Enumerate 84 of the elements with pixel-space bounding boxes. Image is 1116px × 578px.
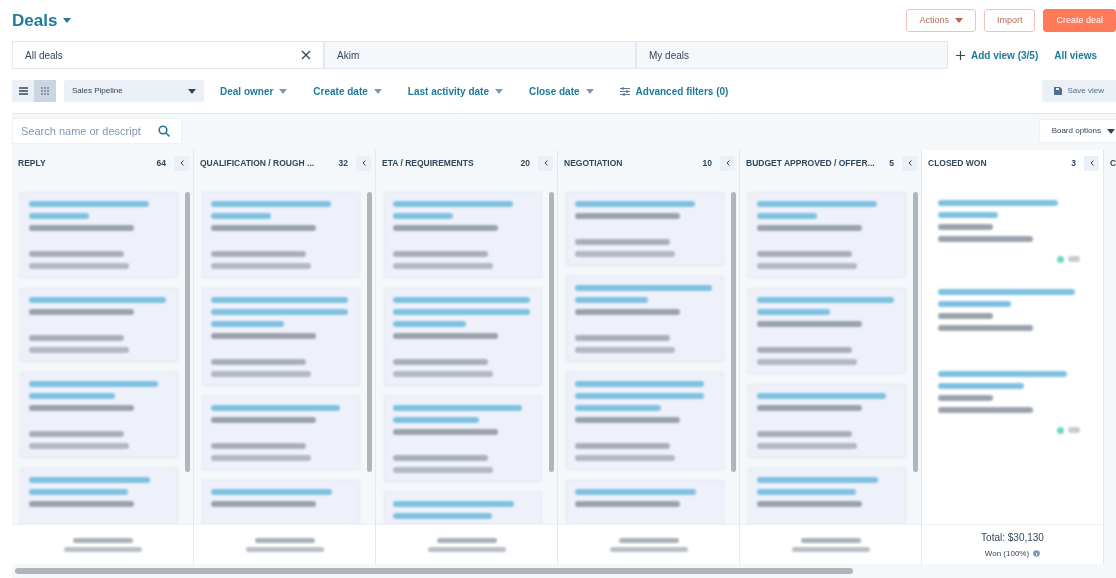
pipeline-dropdown[interactable]: Sales Pipeline xyxy=(64,80,204,102)
blurred-deal-card[interactable] xyxy=(20,372,178,458)
column-title: NEGOTIATION xyxy=(564,156,624,170)
column-title: BUDGET APPROVED / OFFER... xyxy=(746,156,876,170)
scrollbar[interactable] xyxy=(367,192,372,472)
filter-dropdown[interactable]: Last activity date xyxy=(407,83,503,99)
column-title: ETA / REQUIREMENTS xyxy=(382,156,475,170)
collapse-button[interactable] xyxy=(902,155,917,171)
scrollbar[interactable] xyxy=(185,192,190,472)
import-button[interactable]: Import xyxy=(983,9,1036,32)
column-count: 5 xyxy=(889,156,894,170)
blurred-deal-card[interactable] xyxy=(202,288,360,386)
create-button[interactable]: Create deal xyxy=(1043,9,1116,32)
collapse-button[interactable] xyxy=(538,155,553,171)
caret-icon xyxy=(1107,128,1115,134)
list-view-button[interactable] xyxy=(12,80,34,102)
caret-icon xyxy=(954,18,963,23)
column-title: QUALIFICATION / ROUGH ... xyxy=(200,156,316,170)
plus-icon xyxy=(956,50,965,60)
column-count: 20 xyxy=(520,156,530,170)
search-field[interactable]: Search name or descript xyxy=(12,118,182,144)
filter-dropdown[interactable]: Deal owner xyxy=(220,83,288,99)
caret-icon xyxy=(495,88,503,94)
board-view-button[interactable] xyxy=(34,80,56,102)
blurred-deal-card[interactable] xyxy=(20,288,178,362)
grid-icon xyxy=(41,87,49,95)
blurred-deal-card[interactable] xyxy=(384,192,542,278)
close-icon[interactable] xyxy=(301,50,311,60)
blurred-deal-card[interactable] xyxy=(202,192,360,278)
column-count: 32 xyxy=(338,156,348,170)
blurred-deal-card[interactable] xyxy=(566,276,724,362)
page-title[interactable]: Deals xyxy=(12,7,72,34)
view-tab[interactable]: My deals xyxy=(636,41,948,69)
filter-dropdown[interactable]: Close date xyxy=(529,83,594,99)
add-view-link[interactable]: Add view (3/5) xyxy=(956,47,1039,63)
all-views-link[interactable]: All views xyxy=(1054,47,1098,63)
collapse-button[interactable] xyxy=(356,155,371,171)
view-tab[interactable]: Akim xyxy=(324,41,636,69)
chevron-left-icon xyxy=(1089,160,1094,166)
blurred-deal-card[interactable] xyxy=(566,372,724,470)
column-title: C xyxy=(1110,156,1116,170)
column-count: 64 xyxy=(156,156,166,170)
scrollbar[interactable] xyxy=(549,192,554,472)
scrollbar[interactable] xyxy=(731,192,736,472)
info-icon[interactable] xyxy=(1033,550,1041,557)
collapse-button[interactable] xyxy=(720,155,735,171)
chevron-left-icon xyxy=(725,160,730,166)
blurred-deal-card[interactable] xyxy=(748,288,906,374)
save-icon xyxy=(1053,87,1062,95)
caret-icon xyxy=(188,88,196,94)
chevron-left-icon xyxy=(361,160,366,166)
column-title: REPLY xyxy=(18,156,47,170)
caret-icon xyxy=(585,88,594,94)
chevron-left-icon xyxy=(907,160,912,166)
blurred-deal-card[interactable] xyxy=(748,384,906,458)
won-percent: Won (100%) xyxy=(984,547,1030,560)
total-amount: Total: $30,130 xyxy=(981,530,1044,545)
horizontal-scrollbar[interactable] xyxy=(15,568,853,574)
collapse-button[interactable] xyxy=(174,155,189,171)
collapse-button[interactable] xyxy=(1084,155,1099,171)
blurred-deal-card[interactable] xyxy=(384,288,542,386)
blurred-deal-card[interactable] xyxy=(20,192,178,278)
column-count: 10 xyxy=(702,156,712,170)
save-view-button[interactable]: Save view xyxy=(1041,80,1116,102)
chevron-left-icon xyxy=(543,160,548,166)
filter-dropdown[interactable]: Create date xyxy=(313,83,382,99)
caret-icon xyxy=(279,88,288,94)
actions-button[interactable]: Actions xyxy=(906,9,976,32)
blurred-deal-card[interactable] xyxy=(748,192,906,278)
caret-icon xyxy=(63,18,72,23)
scrollbar[interactable] xyxy=(913,192,918,472)
column-title: CLOSED WON xyxy=(928,156,988,170)
blurred-deal-card[interactable] xyxy=(202,396,360,470)
blurred-deal-card[interactable] xyxy=(384,396,542,482)
caret-icon xyxy=(373,88,382,94)
board-options-button[interactable]: Board options xyxy=(1038,119,1116,143)
list-icon xyxy=(18,87,28,95)
column-count: 3 xyxy=(1071,156,1076,170)
search-icon[interactable] xyxy=(158,125,170,137)
advanced-filters-button[interactable]: Advanced filters (0) xyxy=(619,83,729,99)
blurred-deal-card[interactable] xyxy=(566,192,724,266)
view-tab[interactable]: All deals xyxy=(12,41,324,69)
sliders-icon xyxy=(619,86,630,96)
chevron-left-icon xyxy=(179,160,184,166)
